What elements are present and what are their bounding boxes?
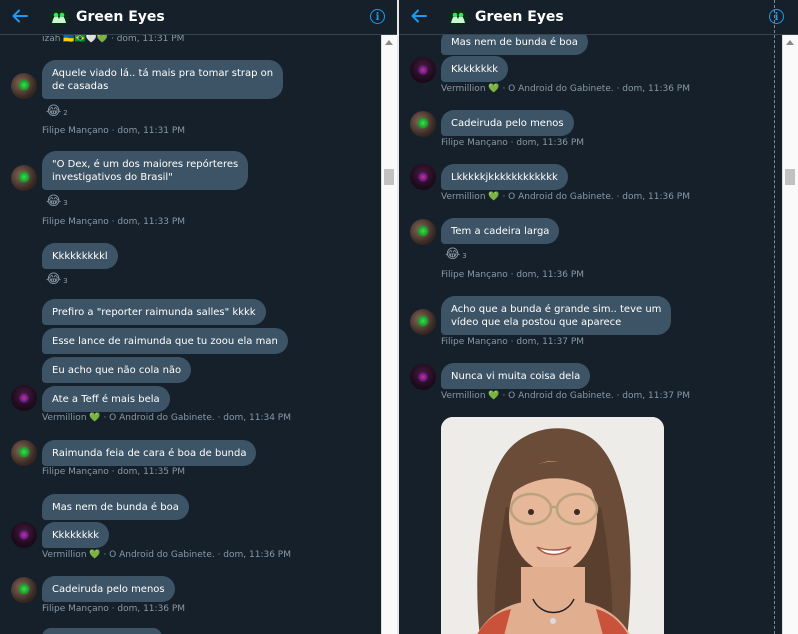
selection-guide	[774, 0, 775, 634]
reaction[interactable]: 😂 3	[46, 272, 68, 287]
message-meta: Filipe Mançano · dom, 11:31 PM	[42, 126, 186, 136]
message-bubble[interactable]: Cadeiruda pelo menos	[42, 576, 175, 602]
message-bubble[interactable]: Eu acho que não cola não	[42, 357, 192, 383]
message-bubble[interactable]: Kkkkkkkkkl	[42, 243, 118, 269]
portrait-image	[441, 417, 664, 634]
avatar[interactable]	[410, 364, 436, 390]
chat-header: Green Eyes i	[399, 0, 798, 35]
avatar[interactable]	[410, 219, 436, 245]
group-logo-icon	[448, 8, 468, 28]
back-arrow-icon[interactable]	[410, 7, 428, 25]
avatar[interactable]	[11, 440, 37, 466]
avatar[interactable]	[11, 73, 37, 99]
message-meta: Filipe Mançano · dom, 11:35 PM	[42, 467, 186, 477]
message-bubble[interactable]: Kkkkkkkk	[441, 56, 509, 82]
chat-title: Green Eyes	[76, 9, 165, 25]
message-bubble[interactable]: Mas nem de bunda é boa	[42, 494, 189, 520]
message-bubble[interactable]: Lkkkkkjkkkkkkkkkkkk	[441, 164, 568, 190]
info-icon[interactable]: i	[769, 9, 784, 24]
message-bubble[interactable]: Acho que a bunda é grande sim.. teve um …	[441, 296, 672, 335]
message-meta: izah 🇺🇦🇧🇷🤍💚 · dom, 11:31 PM	[42, 35, 185, 44]
scroll-thumb[interactable]	[384, 169, 394, 185]
avatar[interactable]	[410, 164, 436, 190]
message-bubble[interactable]: Cadeiruda pelo menos	[441, 110, 574, 136]
avatar[interactable]	[410, 111, 436, 137]
scrollbar[interactable]	[782, 35, 798, 634]
scroll-up-icon[interactable]	[385, 40, 393, 45]
message-bubble[interactable]: Ate a Teff é mais bela	[42, 386, 170, 412]
message-list: Mas nem de bunda é boa Kkkkkkkk Vermilli…	[399, 35, 782, 634]
message-meta: Filipe Mançano · dom, 11:36 PM	[441, 270, 585, 280]
avatar[interactable]	[11, 165, 37, 191]
chat-pane-right: Green Eyes i Mas nem de bunda é boa Kkkk…	[399, 0, 798, 634]
back-arrow-icon[interactable]	[11, 7, 29, 25]
shared-photo[interactable]	[441, 417, 664, 634]
message-bubble[interactable]: Aquele viado lá.. tá mais pra tomar stra…	[42, 60, 284, 99]
message-bubble[interactable]: Tem a cadeira larga	[441, 218, 560, 244]
chat-header: Green Eyes i	[0, 0, 397, 35]
message-bubble[interactable]	[42, 628, 162, 634]
message-text: "O Dex, é um dos maiores repórteres	[52, 159, 239, 170]
message-meta: Filipe Mançano · dom, 11:36 PM	[42, 604, 186, 614]
chat-pane-left: Green Eyes i izah 🇺🇦🇧🇷🤍💚 · dom, 11:31 PM…	[0, 0, 397, 634]
reaction[interactable]: 😂 2	[46, 104, 68, 119]
message-text: vídeo que ela postou que aparece	[451, 317, 622, 328]
message-list: izah 🇺🇦🇧🇷🤍💚 · dom, 11:31 PM Aquele viado…	[0, 35, 381, 634]
message-meta: Vermillion 💚 · O Android do Gabinete. · …	[42, 413, 291, 423]
avatar[interactable]	[410, 57, 436, 83]
message-text: Aquele viado lá.. tá mais pra tomar stra…	[52, 68, 274, 79]
reaction[interactable]: 😂 3	[46, 194, 68, 209]
message-text: Acho que a bunda é grande sim.. teve um	[451, 304, 662, 315]
avatar[interactable]	[11, 385, 37, 411]
message-meta: Vermillion 💚 · O Android do Gabinete. · …	[441, 391, 690, 401]
message-meta: Vermillion 💚 · O Android do Gabinete. · …	[441, 192, 690, 202]
scroll-thumb[interactable]	[785, 169, 795, 185]
chat-title: Green Eyes	[475, 9, 564, 25]
avatar[interactable]	[11, 522, 37, 548]
message-text: investigativos do Brasil"	[52, 172, 173, 183]
message-bubble[interactable]: Mas nem de bunda é boa	[441, 35, 588, 55]
scroll-up-icon[interactable]	[786, 40, 794, 45]
message-meta: Filipe Mançano · dom, 11:33 PM	[42, 217, 186, 227]
info-icon[interactable]: i	[370, 9, 385, 24]
message-bubble[interactable]: Esse lance de raimunda que tu zoou ela m…	[42, 328, 288, 354]
message-meta: Vermillion 💚 · O Android do Gabinete. · …	[42, 550, 291, 560]
group-logo-icon	[49, 8, 69, 28]
message-bubble[interactable]: Raimunda feia de cara é boa de bunda	[42, 440, 257, 466]
message-meta: Filipe Mançano · dom, 11:36 PM	[441, 138, 585, 148]
scrollbar[interactable]	[381, 35, 397, 634]
message-text: de casadas	[52, 81, 109, 92]
avatar[interactable]	[410, 309, 436, 335]
message-bubble[interactable]: "O Dex, é um dos maiores repórteres inve…	[42, 151, 249, 190]
message-bubble[interactable]: Kkkkkkkk	[42, 522, 110, 548]
avatar[interactable]	[11, 577, 37, 603]
message-bubble[interactable]: Prefiro a "reporter raimunda salles" kkk…	[42, 299, 266, 325]
reaction[interactable]: 😂 3	[445, 247, 467, 262]
message-bubble[interactable]: Nunca vi muita coisa dela	[441, 363, 591, 389]
message-meta: Filipe Mançano · dom, 11:37 PM	[441, 337, 585, 347]
message-meta: Vermillion 💚 · O Android do Gabinete. · …	[441, 84, 690, 94]
